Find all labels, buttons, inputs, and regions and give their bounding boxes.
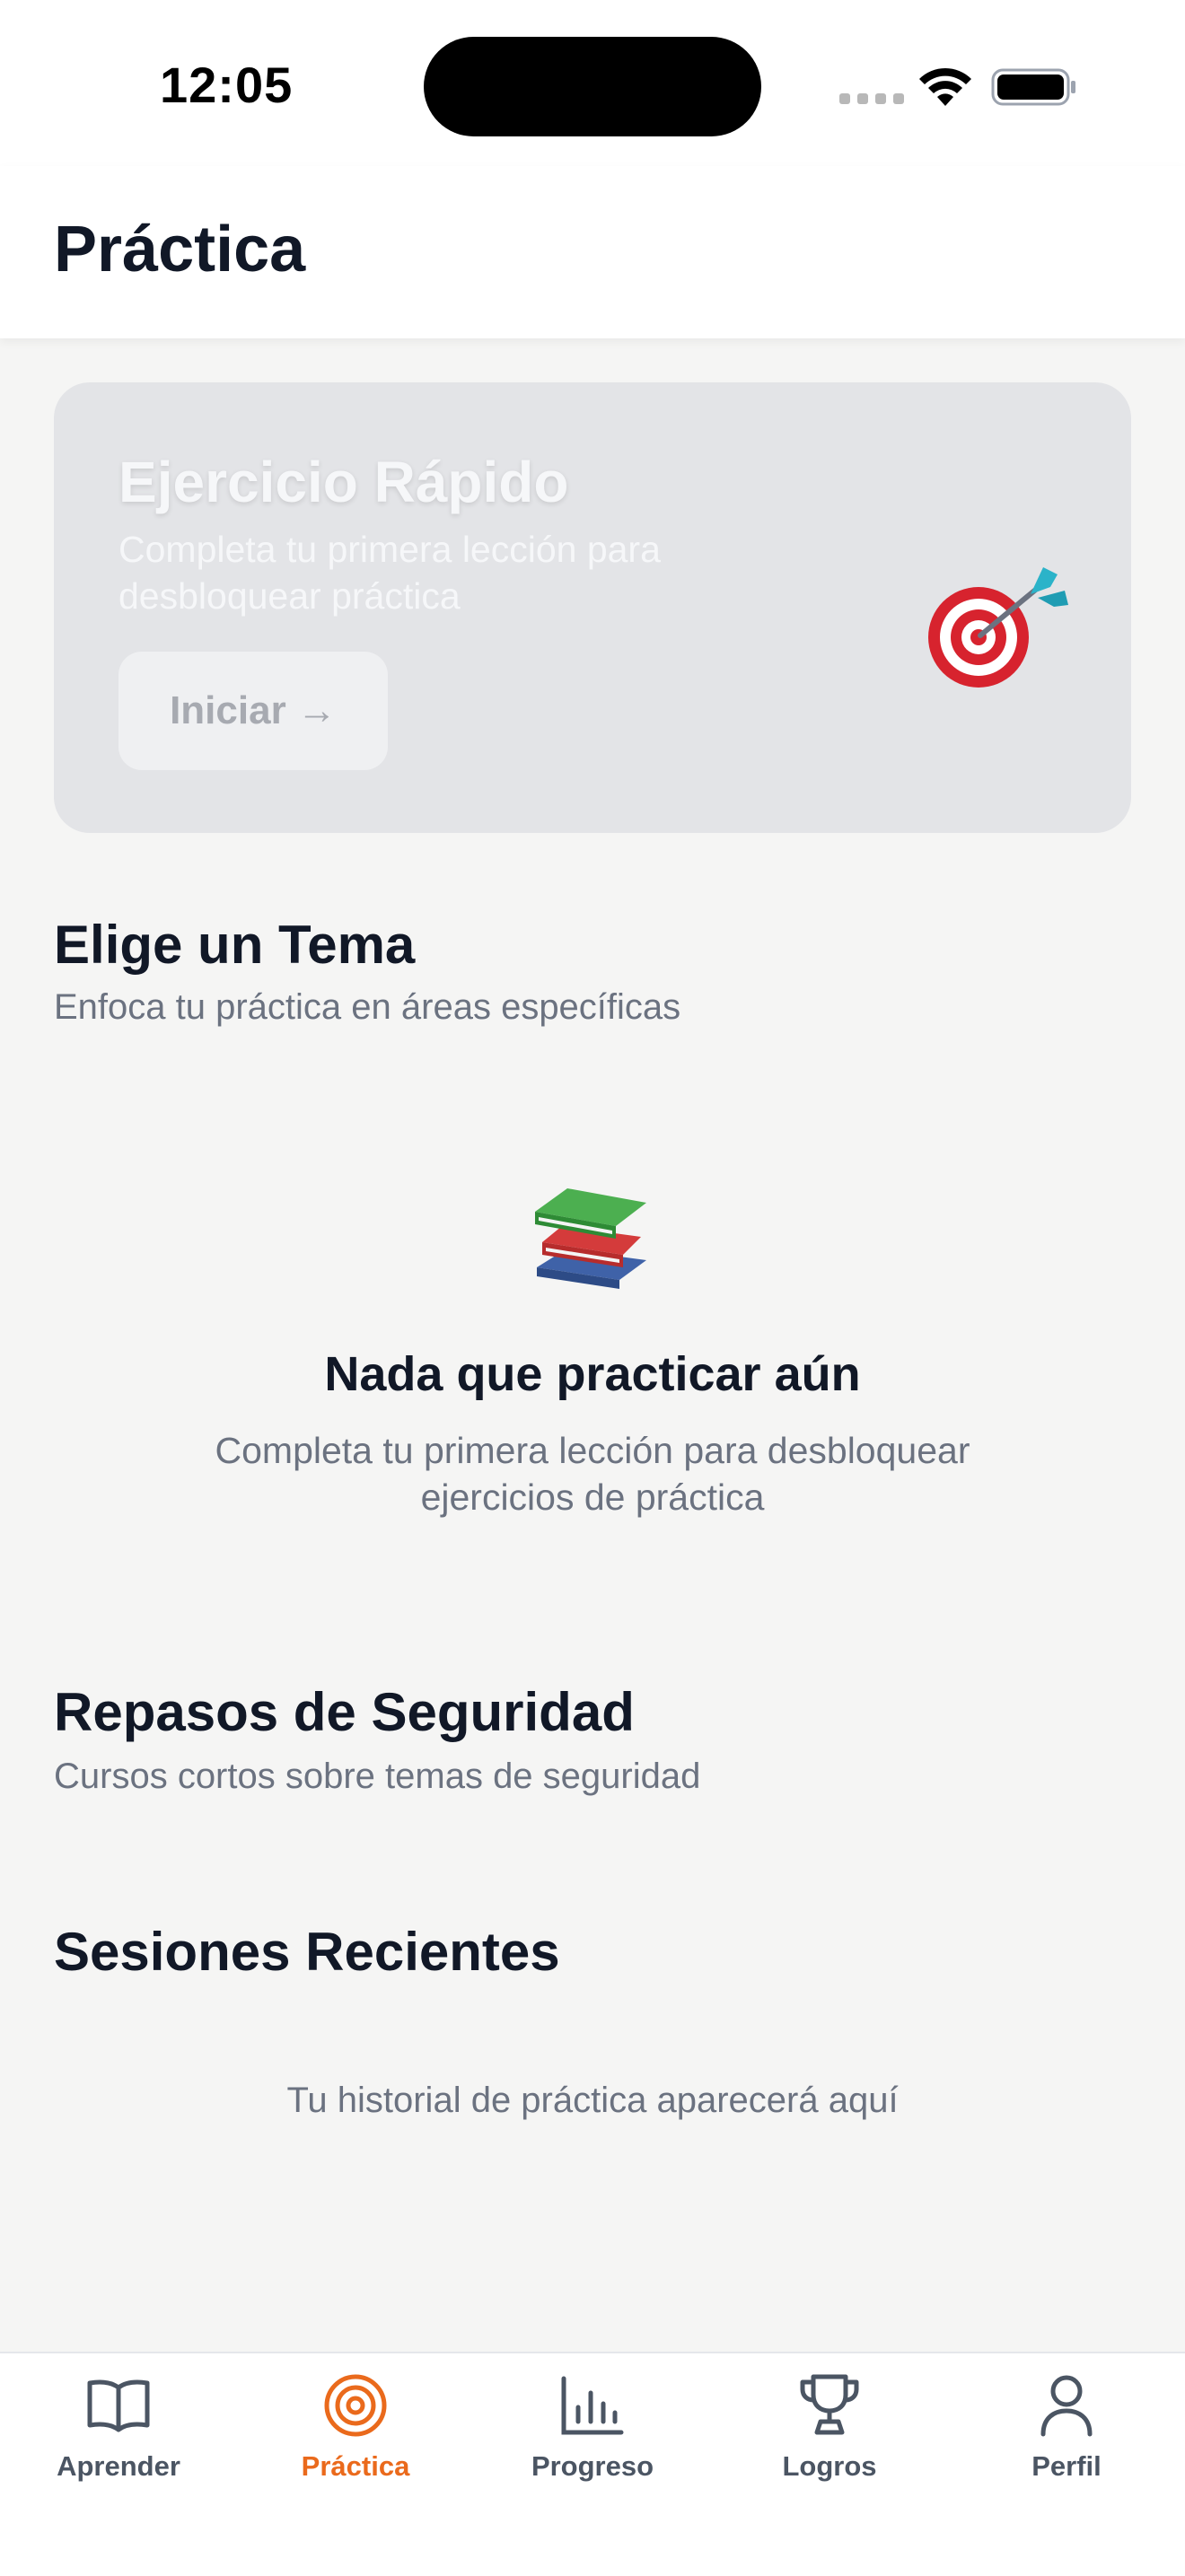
recent-sessions-empty-text: Tu historial de práctica aparecerá aquí — [286, 2081, 899, 2120]
topics-subtitle: Enfoca tu práctica en áreas específicas — [54, 987, 681, 1027]
quick-exercise-title: Ejercicio Rápido — [118, 450, 569, 514]
battery-icon — [991, 68, 1075, 106]
refreshers-title: Repasos de Seguridad — [54, 1682, 635, 1742]
tab-progreso[interactable]: Progreso — [474, 2371, 711, 2483]
tab-perfil[interactable]: Perfil — [948, 2371, 1185, 2483]
nav-header: Práctica — [0, 166, 1185, 338]
tab-logros[interactable]: Logros — [711, 2371, 948, 2483]
status-bar: 12:05 — [0, 0, 1185, 166]
dynamic-island — [424, 37, 761, 136]
tab-label: Aprender — [57, 2450, 180, 2482]
quick-exercise-subtitle: Completa tu primera lección para desbloq… — [118, 529, 661, 617]
bar-chart-icon — [561, 2376, 624, 2435]
topics-title: Elige un Tema — [54, 915, 416, 975]
cellular-signal-icon — [839, 93, 904, 104]
tab-label: Logros — [782, 2450, 877, 2482]
tab-label: Perfil — [1031, 2450, 1102, 2482]
refreshers-subtitle: Cursos cortos sobre temas de seguridad — [54, 1757, 701, 1796]
recent-sessions-title: Sesiones Recientes — [54, 1922, 560, 1982]
tab-bar: Aprender Práctica Progreso Logros Perfil — [0, 2352, 1185, 2576]
tab-practica[interactable]: Práctica — [237, 2371, 474, 2483]
target-dart-icon — [928, 567, 1068, 688]
start-button[interactable]: Iniciar → — [118, 652, 388, 770]
empty-state-subtitle: Completa tu primera lección para desbloq… — [215, 1430, 970, 1518]
user-icon — [1040, 2375, 1093, 2437]
tab-label: Práctica — [301, 2450, 410, 2482]
tab-label: Progreso — [531, 2450, 654, 2482]
books-icon — [535, 1188, 646, 1289]
status-time: 12:05 — [160, 57, 294, 113]
wifi-icon — [919, 67, 971, 106]
tab-aprender[interactable]: Aprender — [0, 2371, 237, 2483]
quick-exercise-card: Ejercicio Rápido Completa tu primera lec… — [54, 382, 1131, 833]
book-icon — [87, 2379, 150, 2432]
trophy-icon — [800, 2374, 859, 2435]
target-icon — [324, 2374, 387, 2437]
empty-state-title: Nada que practicar aún — [324, 1347, 861, 1401]
page-title: Práctica — [54, 214, 306, 285]
